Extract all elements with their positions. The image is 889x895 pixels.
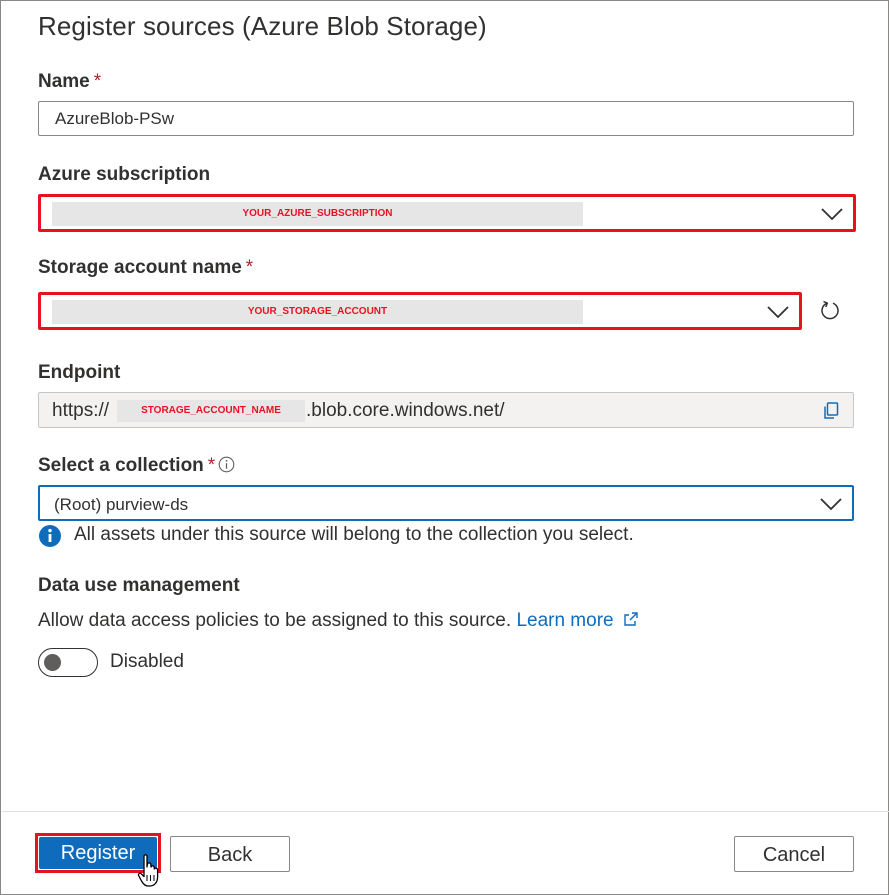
collection-label: Select a collection *	[38, 455, 215, 477]
toggle-knob	[44, 654, 61, 671]
collection-dropdown[interactable]: (Root) purview-ds	[38, 485, 854, 521]
copy-icon[interactable]	[823, 402, 839, 420]
data-use-toggle[interactable]	[38, 648, 98, 677]
back-button[interactable]: Back	[170, 836, 290, 872]
data-use-description-row: Allow data access policies to be assigne…	[38, 610, 639, 632]
storage-account-value: YOUR_STORAGE_ACCOUNT	[52, 300, 583, 324]
register-sources-panel: Register sources (Azure Blob Storage) Na…	[0, 0, 889, 895]
required-mark: *	[93, 71, 102, 92]
storage-account-label-text: Storage account name	[38, 257, 242, 278]
data-use-heading: Data use management	[38, 575, 240, 596]
learn-more-text: Learn more	[516, 610, 614, 631]
endpoint-suffix: .blob.core.windows.net/	[306, 400, 505, 421]
learn-more-link[interactable]: Learn more	[516, 610, 638, 631]
chevron-down-icon	[821, 208, 843, 221]
chevron-down-icon	[767, 306, 789, 319]
storage-account-label: Storage account name *	[38, 257, 253, 279]
data-use-description: Allow data access policies to be assigne…	[38, 610, 512, 631]
toggle-state-label: Disabled	[110, 651, 184, 672]
endpoint-label: Endpoint	[38, 362, 121, 383]
collection-info-message: All assets under this source will belong…	[74, 524, 634, 545]
endpoint-account-name: STORAGE_ACCOUNT_NAME	[117, 400, 305, 422]
refresh-icon[interactable]	[819, 299, 841, 321]
name-label: Name *	[38, 71, 101, 93]
required-mark: *	[245, 257, 254, 278]
storage-account-dropdown[interactable]: YOUR_STORAGE_ACCOUNT	[38, 292, 802, 330]
info-tooltip-icon[interactable]	[218, 456, 235, 473]
collection-label-text: Select a collection	[38, 455, 204, 476]
hand-cursor-icon	[137, 854, 159, 887]
subscription-dropdown[interactable]: YOUR_AZURE_SUBSCRIPTION	[38, 194, 856, 232]
collection-value: (Root) purview-ds	[54, 495, 189, 514]
required-mark: *	[207, 455, 216, 476]
endpoint-field: https:// STORAGE_ACCOUNT_NAME .blob.core…	[38, 392, 854, 428]
footer-divider	[2, 811, 889, 812]
name-label-text: Name	[38, 71, 90, 92]
cancel-button[interactable]: Cancel	[734, 836, 854, 872]
endpoint-prefix: https://	[52, 400, 110, 421]
subscription-label: Azure subscription	[38, 164, 211, 185]
info-icon	[39, 525, 61, 547]
chevron-down-icon	[820, 498, 842, 511]
page-title: Register sources (Azure Blob Storage)	[38, 11, 487, 41]
external-link-icon	[624, 612, 638, 626]
name-input[interactable]: AzureBlob-PSw	[38, 101, 854, 136]
subscription-value: YOUR_AZURE_SUBSCRIPTION	[52, 202, 583, 226]
